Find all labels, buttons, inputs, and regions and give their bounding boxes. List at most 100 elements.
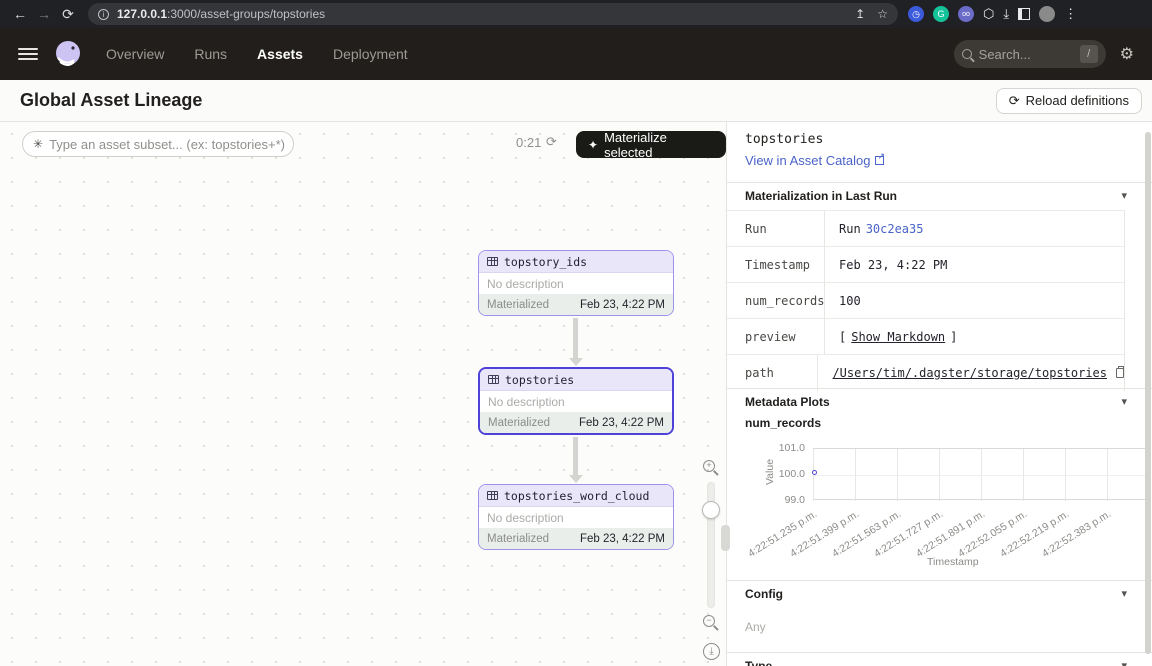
extensions-puzzle-icon[interactable]: ⬡ [983,6,994,22]
downloads-icon[interactable]: ⤓ [1003,6,1009,22]
asset-node-header: topstory_ids [479,251,673,273]
asset-filter-input[interactable]: ✳ Type an asset subset... (ex: topstorie… [22,131,294,157]
table-row-preview: preview [Show Markdown] [727,319,1124,355]
site-info-icon[interactable]: i [98,9,109,20]
collapse-caret-icon[interactable]: ▾ [1121,587,1127,600]
bookmark-star-icon[interactable]: ☆ [877,7,888,21]
run-id-link[interactable]: 30c2ea35 [866,222,924,236]
settings-gear-icon[interactable]: ⚙ [1120,44,1134,64]
collapse-caret-icon[interactable]: ▾ [1121,189,1127,202]
show-markdown-link[interactable]: Show Markdown [851,330,945,344]
reload-definitions-button[interactable]: ⟳ Reload definitions [996,88,1142,114]
page-title: Global Asset Lineage [20,90,202,111]
chart-plot-area [813,448,1149,500]
table-row-timestamp: Timestamp Feb 23, 4:22 PM [727,247,1124,283]
url-host: 127.0.0.1 [117,7,167,21]
collapse-caret-icon[interactable]: ▾ [1121,395,1127,408]
copy-icon[interactable] [1116,368,1124,378]
plot-metric-name: num_records [745,416,821,430]
asset-node-topstories[interactable]: topstories No description Materialized F… [478,367,674,435]
zoom-slider-thumb[interactable] [702,501,720,519]
chart-y-tick: 101.0 [727,442,805,454]
edge-topstories-to-word-cloud [573,437,578,475]
asset-node-footer: Materialized Feb 23, 4:22 PM [480,412,672,433]
table-asset-icon [488,375,499,384]
main-content: ✳ Type an asset subset... (ex: topstorie… [0,122,1152,666]
asset-node-topstories-word-cloud[interactable]: topstories_word_cloud No description Mat… [478,484,674,550]
global-search-input[interactable]: Search... / [954,40,1106,68]
section-config[interactable]: Config ▾ [727,580,1152,606]
extensions-row: ◷ G oo ⬡ ⤓ ⋮ [908,6,1087,22]
browser-toolbar: ← → ⟳ i 127.0.0.1:3000/asset-groups/tops… [0,0,1152,28]
asset-graph-canvas[interactable]: ✳ Type an asset subset... (ex: topstorie… [0,122,726,666]
browser-reload-icon[interactable]: ⟳ [56,6,80,23]
nav-link-assets[interactable]: Assets [257,46,303,62]
zoom-to-fit-button[interactable]: ⤓ [703,643,720,660]
zoom-out-button[interactable]: − [703,615,715,627]
table-row-num-records: num_records 100 [727,283,1124,319]
num-records-chart: Value 101.0100.099.0 4:22:51.235 p.m.4:2… [727,444,1152,578]
nav-link-deployment[interactable]: Deployment [333,46,408,62]
page-header: Global Asset Lineage ⟳ Reload definition… [0,80,1152,122]
search-icon [962,49,972,59]
zoom-in-button[interactable]: + [703,460,715,472]
nav-link-runs[interactable]: Runs [194,46,227,62]
table-row-path: path /Users/tim/.dagster/storage/topstor… [727,355,1124,391]
asset-node-header: topstories [480,369,672,391]
collapse-caret-icon[interactable]: ▾ [1121,659,1127,666]
chart-y-tick: 100.0 [727,468,805,480]
nav-link-overview[interactable]: Overview [106,46,164,62]
materialize-selected-button[interactable]: ✦ Materialize selected [576,131,726,158]
edge-arrowhead [569,475,583,483]
last-run-metadata-table: Run Run 30c2ea35 Timestamp Feb 23, 4:22 … [727,210,1125,391]
app-navbar: Overview Runs Assets Deployment Search..… [0,28,1152,80]
materialize-icon: ✦ [588,138,598,152]
asset-node-footer: Materialized Feb 23, 4:22 PM [479,528,673,549]
extension-1password-icon[interactable]: ◷ [908,6,924,22]
config-value: Any [745,620,766,634]
browser-menu-icon[interactable]: ⋮ [1064,6,1077,22]
refresh-timer-icon[interactable]: ⟳ [546,134,557,150]
hamburger-menu-icon[interactable] [18,45,38,63]
chart-gridline-h [813,475,1149,476]
search-shortcut-badge: / [1080,45,1098,63]
table-asset-icon [487,257,498,266]
extension-grammarly-icon[interactable]: G [933,6,949,22]
table-asset-icon [487,491,498,500]
external-link-icon [875,156,884,165]
url-path: :3000/asset-groups/topstories [167,7,325,21]
asset-node-topstory-ids[interactable]: topstory_ids No description Materialized… [478,250,674,316]
section-materialization-last-run[interactable]: Materialization in Last Run ▾ [727,182,1152,208]
sidebar-asset-name: topstories [745,132,823,147]
extension-incognito-icon[interactable]: oo [958,6,974,22]
section-type[interactable]: Type ▾ [727,652,1152,666]
panel-resize-handle[interactable] [721,525,730,551]
asset-filter-placeholder: Type an asset subset... (ex: topstories+… [49,137,285,152]
chart-y-tick: 99.0 [727,494,805,506]
browser-back-icon[interactable]: ← [8,6,32,22]
dagster-logo[interactable] [52,38,84,70]
edge-topstory-ids-to-topstories [573,318,578,358]
table-row-run: Run Run 30c2ea35 [727,211,1124,247]
path-link[interactable]: /Users/tim/.dagster/storage/topstories [832,366,1107,380]
asset-node-description: No description [479,507,673,528]
sidebar-scrollbar[interactable] [1145,132,1151,654]
nav-links: Overview Runs Assets Deployment [106,46,408,62]
reload-icon: ⟳ [1009,93,1020,109]
asset-graph-icon: ✳ [33,137,43,151]
search-placeholder: Search... [979,47,1031,62]
view-in-asset-catalog-link[interactable]: View in Asset Catalog [745,153,884,168]
section-metadata-plots[interactable]: Metadata Plots ▾ [727,388,1152,414]
chart-x-axis-label: Timestamp [927,556,979,568]
asset-node-footer: Materialized Feb 23, 4:22 PM [479,294,673,315]
refresh-timer: 0:21 [516,135,541,150]
browser-forward-icon[interactable]: → [32,6,56,22]
profile-avatar[interactable] [1039,6,1055,22]
asset-node-header: topstories_word_cloud [479,485,673,507]
asset-node-description: No description [480,391,672,412]
chart-x-tick: 4:22:51.235 p.m. [746,508,819,560]
address-bar[interactable]: i 127.0.0.1:3000/asset-groups/topstories… [88,3,898,25]
share-icon[interactable]: ↥ [855,7,865,21]
chart-data-point[interactable] [812,470,817,475]
side-panel-icon[interactable] [1018,8,1030,20]
